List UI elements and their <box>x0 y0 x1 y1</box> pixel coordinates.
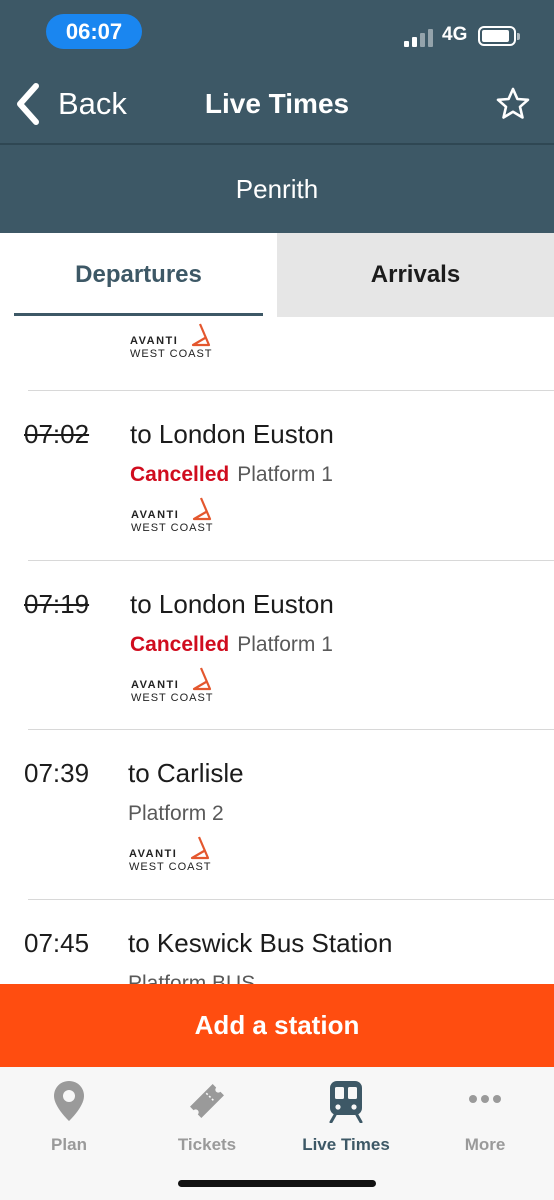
platform-label: Platform 2 <box>128 802 224 825</box>
tab-plan-label: Plan <box>51 1135 87 1154</box>
tab-arrivals[interactable]: Arrivals <box>277 233 554 317</box>
departure-time: 07:19 <box>24 589 90 619</box>
service-row[interactable]: 07:45 to Keswick Bus Station Platform BU… <box>0 900 554 984</box>
more-dots-icon <box>469 1095 501 1103</box>
status-bar: 06:07 4G <box>0 0 554 62</box>
service-status: Platform 2 <box>128 802 224 826</box>
tab-live-times-label: Live Times <box>302 1135 390 1154</box>
avanti-arrow-icon <box>192 667 212 691</box>
tab-tickets[interactable]: Tickets <box>138 1079 276 1155</box>
list-item[interactable]: AVANTI WEST COAST <box>0 317 554 391</box>
avanti-west-coast-logo: AVANTI WEST COAST <box>130 323 220 363</box>
home-indicator <box>178 1180 376 1187</box>
service-destination: to Keswick Bus Station <box>128 928 393 958</box>
avanti-arrow-icon <box>191 323 211 347</box>
service-row[interactable]: 07:39 to Carlisle Platform 2 AVANTI WEST… <box>0 730 554 900</box>
tab-more[interactable]: More <box>416 1079 554 1155</box>
service-destination: to London Euston <box>130 589 334 619</box>
battery-icon <box>478 26 520 46</box>
cancelled-label: Cancelled <box>130 463 230 486</box>
location-pin-icon <box>54 1081 84 1121</box>
train-icon <box>329 1081 363 1123</box>
favourite-star-icon[interactable] <box>495 86 531 122</box>
network-type: 4G <box>442 24 468 45</box>
platform-label: Platform BUS <box>128 972 256 984</box>
platform-label: Platform 1 <box>237 633 333 656</box>
cellular-signal-icon <box>404 29 434 47</box>
navigation-bar: Back Live Times <box>0 62 554 145</box>
cancelled-label: Cancelled <box>130 633 230 656</box>
departure-time: 07:02 <box>24 419 90 449</box>
departure-time: 07:39 <box>24 758 90 788</box>
tab-plan[interactable]: Plan <box>0 1079 138 1155</box>
chevron-left-icon <box>17 83 39 125</box>
departures-list[interactable]: AVANTI WEST COAST 07:02 to London Euston… <box>0 317 554 984</box>
station-name: Penrith <box>0 145 554 233</box>
platform-label: Platform 1 <box>237 463 333 486</box>
tab-departures[interactable]: Departures <box>0 233 277 317</box>
back-button-label: Back <box>58 86 127 121</box>
avanti-west-coast-logo: AVANTI WEST COAST <box>131 497 221 537</box>
status-time: 06:07 <box>46 14 142 49</box>
avanti-west-coast-logo: AVANTI WEST COAST <box>129 836 219 876</box>
service-destination: to London Euston <box>130 419 334 449</box>
service-status: Platform BUS <box>128 972 255 984</box>
service-status: Cancelled Platform 1 <box>130 463 333 487</box>
tab-arrivals-label: Arrivals <box>370 261 461 288</box>
tab-departures-label: Departures <box>75 261 202 288</box>
active-tab-indicator <box>14 313 263 316</box>
departure-time: 07:45 <box>24 928 90 958</box>
tab-more-label: More <box>464 1135 506 1154</box>
avanti-west-coast-logo: AVANTI WEST COAST <box>131 667 221 707</box>
avanti-arrow-icon <box>192 497 212 521</box>
service-destination: to Carlisle <box>128 758 244 788</box>
service-row[interactable]: 07:02 to London Euston Cancelled Platform… <box>0 391 554 561</box>
service-row[interactable]: 07:19 to London Euston Cancelled Platform… <box>0 561 554 730</box>
tab-live-times[interactable]: Live Times <box>277 1079 415 1155</box>
add-station-button[interactable]: Add a station <box>0 984 554 1067</box>
avanti-arrow-icon <box>190 836 210 860</box>
departures-arrivals-tabs: Departures Arrivals <box>0 233 554 317</box>
back-button[interactable]: Back <box>14 80 127 128</box>
ticket-icon <box>190 1084 224 1118</box>
tab-tickets-label: Tickets <box>177 1135 237 1154</box>
service-status: Cancelled Platform 1 <box>130 633 333 657</box>
